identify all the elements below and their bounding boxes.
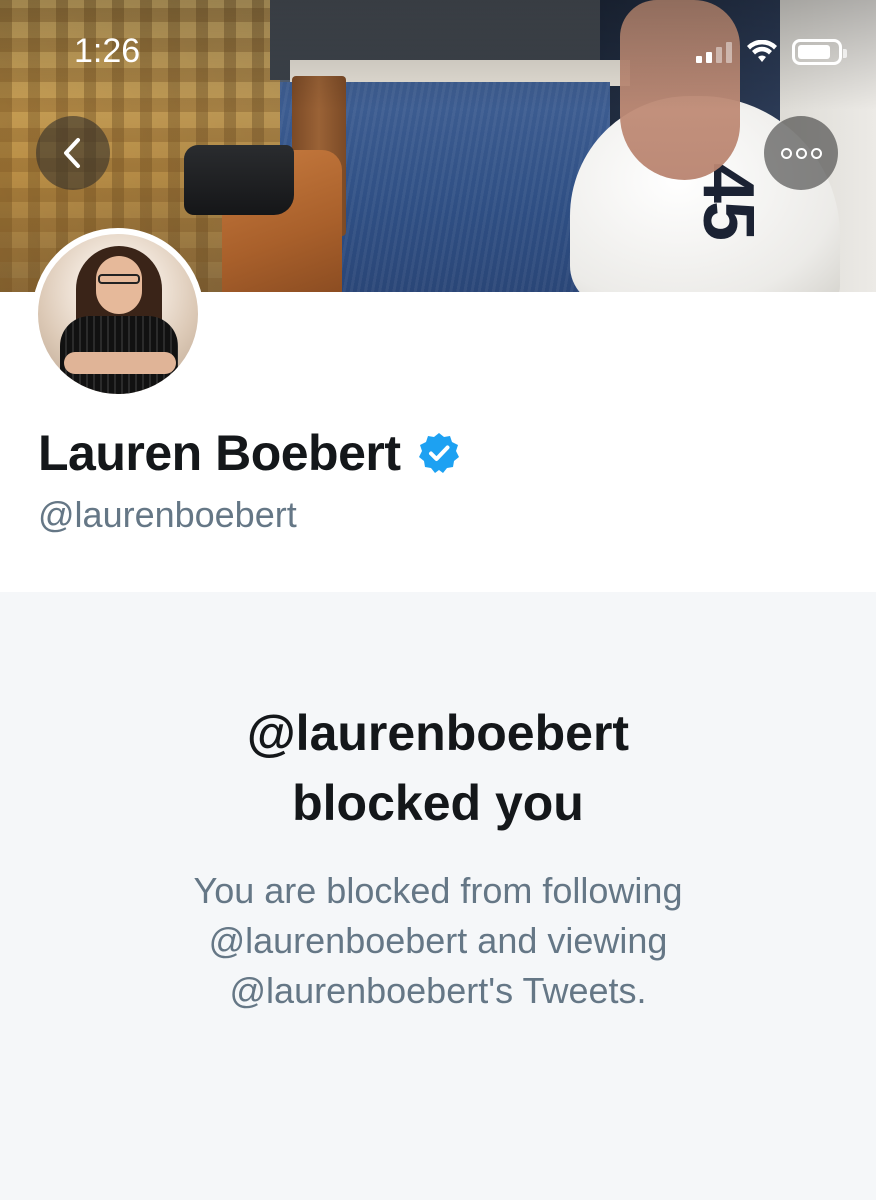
blocked-title: @laurenboebert blocked you: [0, 698, 876, 838]
blocked-description: You are blocked from following @laurenbo…: [0, 866, 876, 1016]
blocked-title-handle: @laurenboebert: [246, 705, 630, 761]
blocked-title-text: blocked you: [292, 775, 584, 831]
verified-badge-icon: [418, 433, 459, 473]
back-button[interactable]: [36, 116, 110, 190]
battery-icon: [792, 39, 847, 65]
blocked-description-line: You are blocked from following: [193, 870, 683, 911]
more-horizontal-icon: [780, 147, 822, 159]
profile-name-row: Lauren Boebert: [38, 424, 461, 482]
profile-display-name: Lauren Boebert: [38, 425, 401, 481]
cellular-signal-icon: [696, 41, 732, 63]
more-options-button[interactable]: [764, 116, 838, 190]
wifi-icon: [747, 40, 777, 62]
profile-handle: @laurenboebert: [38, 494, 297, 535]
blocked-description-line: @laurenboebert's Tweets.: [229, 970, 647, 1011]
blocked-description-line: @laurenboebert and viewing: [208, 920, 668, 961]
avatar[interactable]: [32, 228, 204, 400]
status-time: 1:26: [74, 32, 141, 70]
status-indicators: [696, 36, 847, 68]
chevron-left-icon: [64, 138, 80, 168]
